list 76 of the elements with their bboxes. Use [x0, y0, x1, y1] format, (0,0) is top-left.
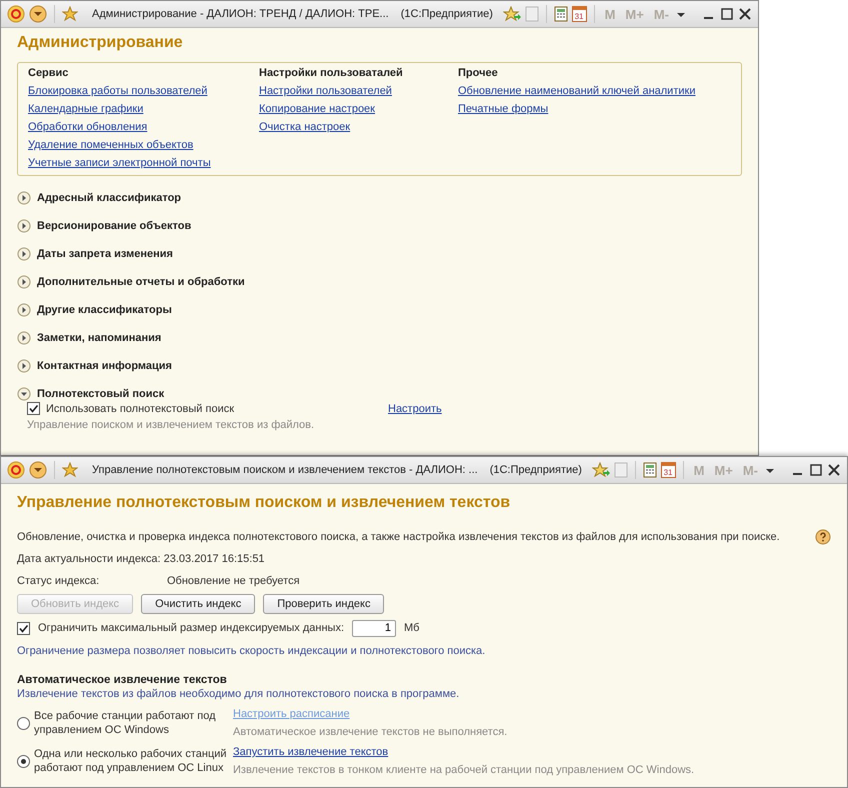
- radio-label: Все рабочие станции работают под управлением ОС Windows: [34, 709, 217, 737]
- app-name: (1С:Предприятие): [400, 8, 493, 20]
- section-note: Управление поиском и извлечением текстов из файлов.: [27, 419, 316, 431]
- section-heading: Автоматическое извлечение текстов: [17, 674, 228, 686]
- limit-note: Ограничение размера позволяет повысить скорость индексации и полнотекстового поиска.: [17, 645, 486, 657]
- star-icon[interactable]: [62, 6, 78, 22]
- section-title[interactable]: Полнотекстовый поиск: [37, 388, 164, 400]
- radio-button[interactable]: [17, 754, 30, 768]
- help-icon[interactable]: [815, 529, 831, 545]
- link[interactable]: Копирование настроек: [259, 103, 375, 115]
- window-title: Управление полнотекстовым поиском и извлечением текстов - ДАЛИОН: ...: [92, 464, 478, 476]
- close-icon[interactable]: [738, 7, 752, 21]
- calculator-icon[interactable]: [554, 6, 568, 22]
- link[interactable]: Очистка настроек: [259, 121, 350, 133]
- star-icon[interactable]: [62, 462, 78, 478]
- star-arrow-icon[interactable]: [592, 462, 610, 478]
- group-title: Прочее: [458, 67, 498, 79]
- link[interactable]: Учетные записи электронной почты: [28, 157, 211, 169]
- checkbox[interactable]: [17, 622, 30, 634]
- checkbox-label: Ограничить максимальный размер индексируемых данных:: [38, 622, 344, 634]
- maximize-icon[interactable]: [720, 7, 734, 21]
- window-title: Администрирование - ДАЛИОН: ТРЕНД / ДАЛИОН: ТРЕ...: [92, 8, 389, 20]
- link[interactable]: Обработки обновления: [28, 121, 148, 133]
- status-value: Обновление не требуется: [167, 575, 300, 587]
- status-label: Статус индекса:: [17, 575, 100, 587]
- option-note: Автоматическое извлечение текстов не выполняется.: [233, 726, 508, 738]
- star-arrow-icon[interactable]: [502, 6, 521, 22]
- maximize-icon[interactable]: [809, 463, 823, 477]
- menu-icon[interactable]: [29, 5, 47, 23]
- section-title[interactable]: Даты запрета изменения: [37, 248, 173, 260]
- logo-icon[interactable]: [7, 5, 25, 23]
- link[interactable]: Печатные формы: [458, 103, 548, 115]
- page-heading: Администрирование: [17, 34, 184, 52]
- menu-icon[interactable]: [29, 461, 47, 479]
- expander-icon[interactable]: [17, 387, 31, 401]
- radio-label: Одна или несколько рабочих станций работают под управлением ОС Linux: [34, 747, 228, 775]
- calculator-icon[interactable]: [642, 462, 657, 478]
- checkbox-label: Использовать полнотекстовый поиск: [46, 402, 236, 414]
- expander-icon[interactable]: [17, 275, 31, 289]
- section-title[interactable]: Контактная информация: [37, 360, 172, 372]
- group-title: Настройки пользоваталей: [259, 67, 403, 79]
- expander-icon[interactable]: [17, 219, 31, 233]
- index-button[interactable]: Очистить индекс: [141, 594, 256, 614]
- section-title[interactable]: Адресный классификатор: [37, 192, 182, 204]
- logo-icon[interactable]: [7, 461, 25, 479]
- index-button[interactable]: Проверить индекс: [263, 594, 384, 614]
- expander-icon[interactable]: [17, 247, 31, 261]
- link[interactable]: Обновление наименований ключей аналитики: [458, 85, 696, 97]
- section-title[interactable]: Другие классификаторы: [37, 304, 172, 316]
- expander-icon[interactable]: [17, 359, 31, 373]
- section-title[interactable]: Дополнительные отчеты и обработки: [37, 276, 245, 288]
- index-date-text: Дата актуальности индекса: 23.03.2017 16:15:51: [17, 553, 265, 565]
- group-title: Сервис: [28, 67, 68, 79]
- link[interactable]: Календарные графики: [28, 103, 144, 115]
- description-text: Обновление, очистка и проверка индекса полнотекстового поиска, а также настройка извлечения текстов из файлов для использования при поиске.: [17, 531, 780, 543]
- page-heading: Управление полнотекстовым поиском и извлечением текстов: [17, 494, 512, 512]
- calendar-icon[interactable]: 31: [572, 6, 587, 22]
- checkbox[interactable]: [27, 402, 40, 415]
- extraction-note: Извлечение текстов из файлов необходимо для полнотекстового поиска в программе.: [17, 688, 460, 700]
- radio-button[interactable]: [17, 716, 30, 730]
- expander-icon[interactable]: [17, 331, 31, 345]
- option-note: Извлечение текстов в тонком клиенте на рабочей станции под управлением ОС Windows.: [233, 764, 694, 776]
- section-title[interactable]: Заметки, напоминания: [37, 332, 162, 344]
- link[interactable]: Настройки пользователей: [259, 85, 392, 97]
- unit-label: Мб: [404, 622, 420, 634]
- expander-icon[interactable]: [17, 191, 31, 205]
- link[interactable]: Запустить извлечение текстов: [233, 746, 388, 758]
- link[interactable]: Удаление помеченных объектов: [28, 139, 194, 151]
- expander-icon[interactable]: [17, 303, 31, 317]
- link[interactable]: Настроить: [388, 402, 442, 414]
- size-input-field[interactable]: 1: [352, 620, 396, 636]
- app-name: (1С:Предприятие): [490, 464, 582, 476]
- link[interactable]: Блокировка работы пользователей: [28, 85, 208, 97]
- close-icon[interactable]: [827, 463, 841, 477]
- section-title[interactable]: Версионирование объектов: [37, 220, 192, 232]
- calendar-icon[interactable]: 31: [660, 462, 676, 478]
